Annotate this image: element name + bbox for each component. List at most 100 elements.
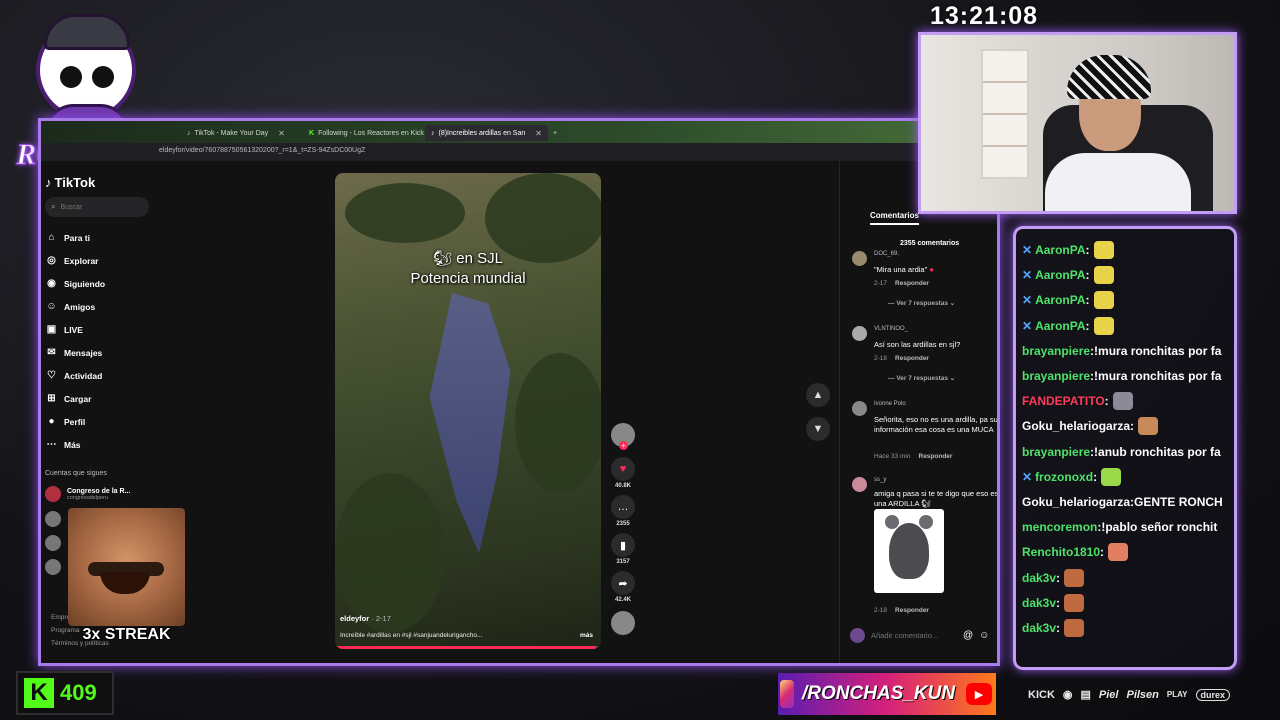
reply-button[interactable]: Responder [895, 355, 929, 362]
chat-username[interactable]: Goku_helariogarza [1022, 495, 1130, 509]
video-progress-bar[interactable] [335, 646, 601, 649]
nav-item-amigos[interactable]: ☺ Amigos [45, 295, 165, 318]
viewer-count: 409 [60, 680, 97, 705]
browser-tab-bar: ♪ TikTok - Make Your Day ✕ K Following -… [41, 121, 997, 143]
logo-mascot-eye [60, 66, 82, 88]
search-input[interactable] [60, 203, 141, 211]
comment-user[interactable]: DOC_69. [874, 251, 899, 257]
nav-item-siguiendo[interactable]: ◉ Siguiendo [45, 272, 165, 295]
more-link[interactable]: más [580, 632, 593, 639]
comment-date: Hace 33 min [874, 453, 911, 460]
nav-item-perfil[interactable]: ● Perfil [45, 410, 165, 433]
nav-item-mensajes[interactable]: ✉ Mensajes [45, 341, 165, 364]
comment-meta: 2-18 Responder [874, 607, 929, 614]
browser-tab-active[interactable]: ♪ (8)Increibles ardillas en San ✕ [425, 125, 548, 141]
chat-username[interactable]: dak3v [1022, 571, 1056, 585]
comment-icon: … [611, 495, 635, 519]
video-player[interactable]: 🐿 en SJL Potencia mundial eldeyfor · 2-1… [335, 173, 601, 649]
following-account[interactable] [45, 559, 61, 575]
share-count: 42.4K [614, 597, 631, 603]
chat-username[interactable]: dak3v [1022, 621, 1056, 635]
at-icon[interactable]: @ [963, 630, 973, 641]
caption-line: en SJL [456, 250, 503, 267]
chat-separator: : [1100, 545, 1105, 560]
view-replies-button[interactable]: — Ver 7 respuestas ⌄ [888, 374, 955, 382]
new-tab-button[interactable]: + [547, 125, 563, 141]
chat-emote-icon [1093, 316, 1114, 335]
emoji-icon[interactable]: ☺ [979, 630, 989, 641]
avatar[interactable] [852, 477, 867, 492]
nav-item-live[interactable]: ▣ LIVE [45, 318, 165, 341]
sponsor-durex: durex [1195, 688, 1231, 701]
nav-item-para-ti[interactable]: ⌂ Para ti [45, 226, 165, 249]
chat-username[interactable]: dak3v [1022, 596, 1056, 610]
follow-plus-icon[interactable]: + [619, 441, 628, 450]
chat-username[interactable]: AaronPA [1035, 268, 1085, 282]
chat-username[interactable]: mencoremon [1022, 520, 1097, 534]
discord-icon: ◉ [1062, 689, 1073, 701]
avatar[interactable] [852, 251, 867, 266]
avatar[interactable] [852, 326, 867, 341]
chat-separator: : [1085, 243, 1090, 257]
chat-username[interactable]: AaronPA [1035, 243, 1085, 257]
chat-separator: : [1085, 318, 1090, 333]
rat-ear [885, 515, 899, 529]
video-foliage [345, 183, 465, 243]
following-account[interactable]: Congreso de la R... congresodelperu [45, 486, 130, 502]
like-button[interactable]: ♥ 40.8K [611, 457, 635, 489]
search-box[interactable]: ⌕ [45, 197, 149, 217]
chat-emote-icon [1064, 593, 1085, 612]
reply-button[interactable]: Responder [895, 280, 929, 287]
creator-avatar[interactable]: + [611, 423, 635, 450]
chevron-down-icon[interactable]: ▼ [806, 417, 830, 441]
following-account[interactable] [45, 511, 61, 527]
view-replies-button[interactable]: — Ver 7 respuestas ⌄ [888, 299, 955, 307]
comment-input[interactable] [871, 630, 957, 640]
chat-emote-icon [1093, 241, 1114, 259]
save-button[interactable]: ▮ 3157 [611, 533, 635, 565]
nav-item-actividad[interactable]: ♡ Actividad [45, 364, 165, 387]
comment-button[interactable]: … 2355 [611, 495, 635, 527]
sword-badge-icon: ✕ [1022, 469, 1033, 484]
kick-favicon-icon: K [309, 129, 315, 137]
upload-icon: ⊞ [47, 393, 56, 404]
chat-username[interactable]: brayanpiere [1022, 445, 1090, 459]
chat-username[interactable]: brayanpiere [1022, 369, 1090, 383]
chat-username[interactable]: frozonoxd [1035, 470, 1093, 484]
nav-label: Explorar [64, 255, 99, 266]
chat-username[interactable]: brayanpiere [1022, 344, 1090, 358]
instagram-icon [780, 680, 794, 708]
chat-emote-icon [1064, 568, 1085, 587]
avatar[interactable] [852, 401, 867, 416]
browser-tab[interactable]: ♪ TikTok - Make Your Day ✕ [181, 125, 291, 141]
nav-item-cargar[interactable]: ⊞ Cargar [45, 387, 165, 410]
comment-user[interactable]: VLNTINOO_ [874, 326, 908, 332]
video-author[interactable]: eldeyfor · 2-17 [340, 614, 391, 623]
sword-badge-icon: ✕ [1022, 243, 1033, 257]
chat-username[interactable]: Goku_helariogarza [1022, 419, 1130, 433]
squirrel-emoji-caption-line: 🐿 en SJL [335, 249, 601, 269]
nav-item-mas[interactable]: ⋯ Más [45, 433, 165, 456]
address-bar[interactable]: eldeyfor/video/760788750561320200?_r=1&_… [41, 143, 997, 161]
close-icon[interactable]: ✕ [535, 129, 542, 138]
chat-username[interactable]: Renchito1810 [1022, 545, 1100, 559]
comment-item: ss_y amiga q pasa si te te digo que eso … [852, 477, 997, 617]
tab-comentarios[interactable]: Comentarios [870, 211, 919, 225]
chat-username[interactable]: AaronPA [1035, 319, 1085, 333]
comment-item: Ivonne Polo Señorita, eso no es una ardi… [852, 401, 997, 471]
comment-user[interactable]: Ivonne Polo [874, 401, 906, 407]
comment-user[interactable]: ss_y [874, 477, 886, 483]
following-account[interactable] [45, 535, 61, 551]
reply-button[interactable]: Responder [895, 607, 929, 614]
chat-username[interactable]: FANDEPATITO [1022, 394, 1105, 408]
sword-badge-icon: ✕ [1022, 293, 1033, 308]
nav-item-explorar[interactable]: ◎ Explorar [45, 249, 165, 272]
reply-button[interactable]: Responder [919, 453, 953, 460]
chevron-up-icon[interactable]: ▲ [806, 383, 830, 407]
chat-panel: ✕ AaronPA: ✕ AaronPA: ✕ AaronPA: ✕ AaronPA: … [1013, 226, 1237, 670]
chat-username[interactable]: AaronPA [1035, 293, 1085, 307]
music-disc-icon[interactable] [611, 611, 635, 635]
tiktok-logo[interactable]: ♪ TikTok [45, 175, 95, 190]
share-button[interactable]: ➦ 42.4K [611, 571, 635, 603]
close-icon[interactable]: ✕ [278, 129, 285, 138]
